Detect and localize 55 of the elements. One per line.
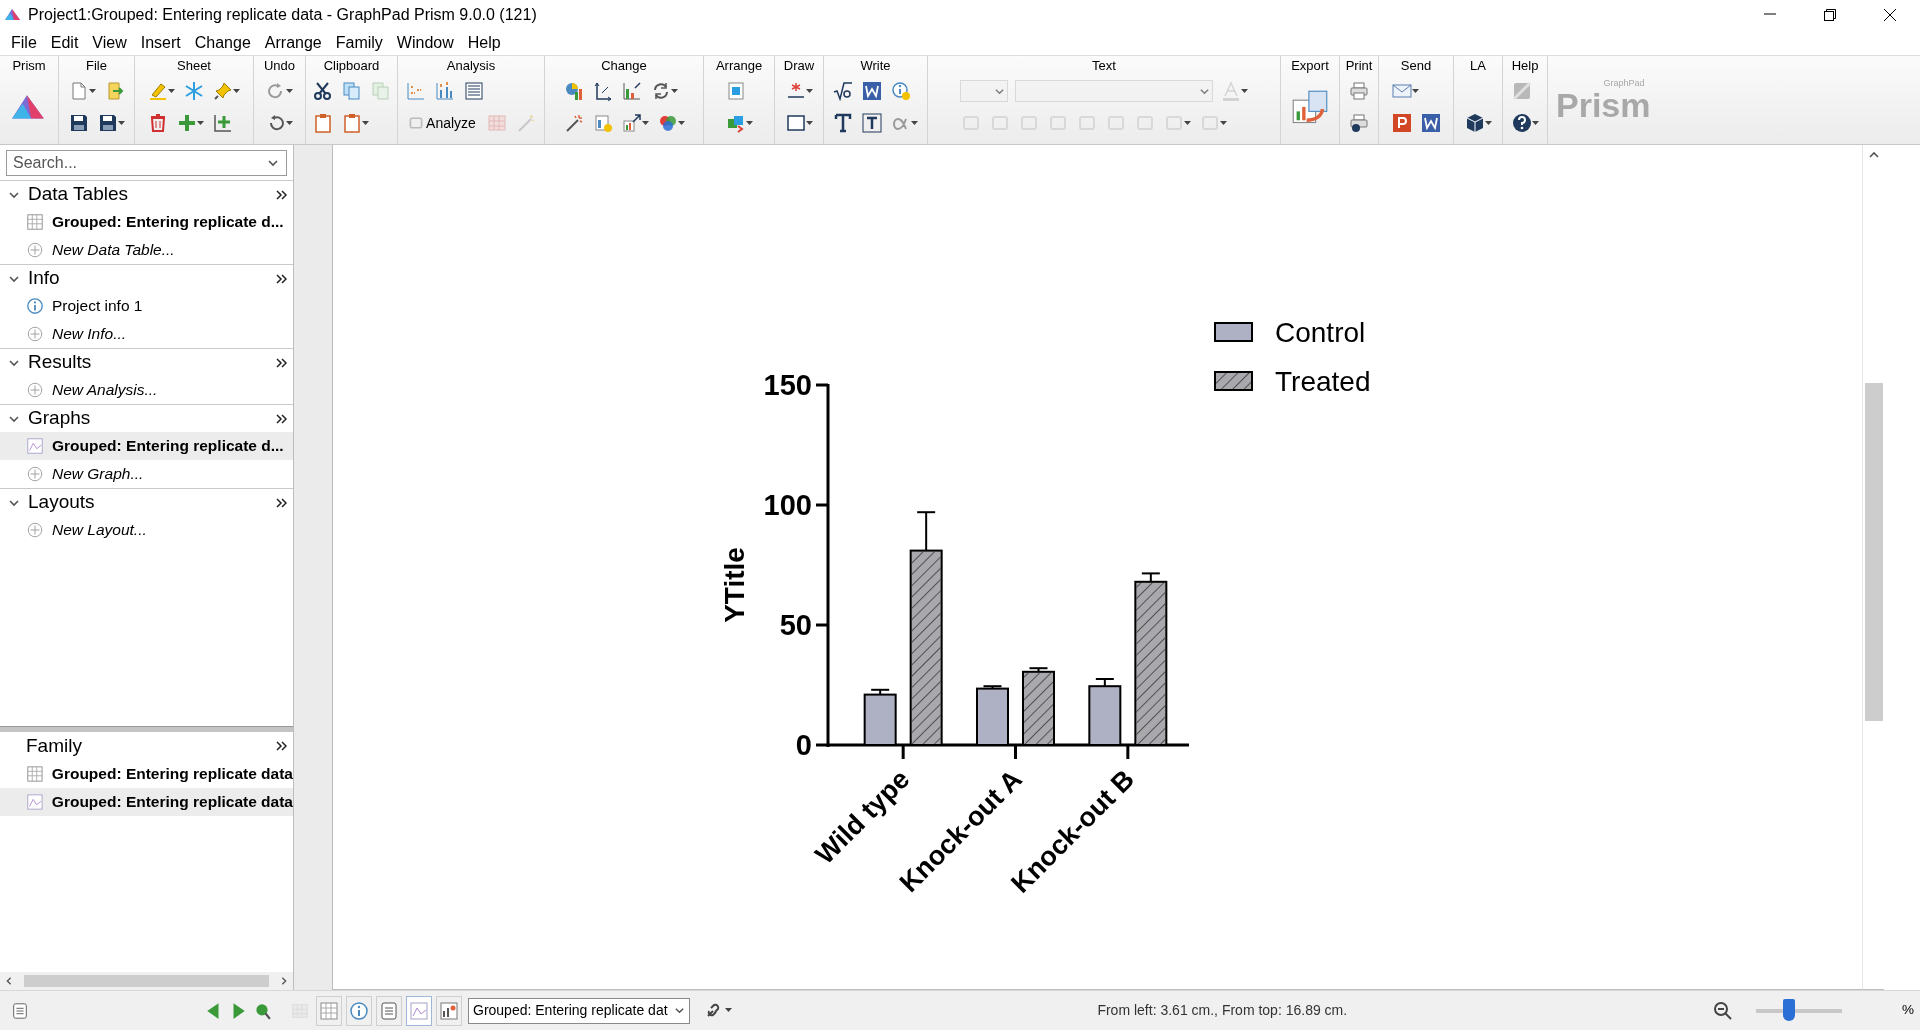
search-field[interactable]: Search... <box>6 150 287 176</box>
ribbon-group-label: Change <box>601 58 647 74</box>
section-header[interactable]: Data Tables <box>0 180 293 208</box>
menu-item[interactable]: Family <box>328 31 390 54</box>
navigator-item[interactable]: Grouped: Entering replicate data <box>0 760 293 788</box>
tick-label: 0 <box>795 729 812 761</box>
navigator-item[interactable]: Grouped: Entering replicate data <box>0 788 293 816</box>
navigator-item[interactable]: New Graph... <box>0 460 293 488</box>
brand-caption: GraphPad <box>1603 78 1645 88</box>
ribbon-group-label: Analysis <box>446 58 496 74</box>
tick-label: 100 <box>763 489 812 521</box>
tick-label: 50 <box>779 609 812 641</box>
sheet-dropdown[interactable]: Grouped: Entering replicate dat <box>468 997 690 1024</box>
analyze-button[interactable]: Analyze <box>405 111 479 135</box>
navigator-item[interactable]: New Data Table... <box>0 236 293 264</box>
ribbon-group-label: Send <box>1400 58 1432 74</box>
ribbon-group-label: Prism <box>12 58 46 74</box>
menu-item[interactable]: Window <box>389 31 461 54</box>
section-header[interactable]: Results <box>0 348 293 376</box>
menu-item[interactable]: File <box>4 31 44 54</box>
ribbon-group-label: Undo <box>263 58 296 74</box>
menu-item[interactable]: View <box>85 31 134 54</box>
navigator-item[interactable]: Grouped: Entering replicate d... <box>0 432 293 460</box>
navigator-item[interactable]: Project info 1 <box>0 292 293 320</box>
navigator-item[interactable]: New Info... <box>0 320 293 348</box>
ribbon-group-label: Export <box>1291 58 1329 74</box>
tick-label: 150 <box>763 369 812 401</box>
legend-label: Treated <box>1275 366 1371 397</box>
menu-item[interactable]: Arrange <box>257 31 329 54</box>
menu-item[interactable]: Help <box>460 31 508 54</box>
navigator-item[interactable]: New Analysis... <box>0 376 293 404</box>
ribbon-group-label: Draw <box>783 58 815 74</box>
ribbon-group-label: Print <box>1345 58 1373 74</box>
window-title: Project1:Grouped: Entering replicate data - GraphPad Prism 9.0.0 (121) <box>28 5 538 25</box>
navigator-item[interactable]: New Layout... <box>0 516 293 544</box>
menu-item[interactable]: Insert <box>133 31 188 54</box>
legend-label: Control <box>1275 317 1366 348</box>
zoom-percent: % <box>1902 1001 1914 1020</box>
ribbon-group-label: File <box>86 58 107 74</box>
brand-logo: Prism <box>1556 87 1651 122</box>
ribbon-group-label: Text <box>1092 58 1116 74</box>
section-header[interactable]: Info <box>0 264 293 292</box>
ribbon-group-label: Clipboard <box>323 58 380 74</box>
ribbon-group-label: Arrange <box>715 58 763 74</box>
menu-item[interactable]: Edit <box>43 31 86 54</box>
ribbon-group-label: Help <box>1511 58 1539 74</box>
axis-title: YTitle <box>719 547 750 623</box>
ribbon-group-label: Sheet <box>177 58 211 74</box>
section-header[interactable]: Layouts <box>0 488 293 516</box>
ribbon-group-label: Write <box>860 58 891 74</box>
navigator-item[interactable]: Grouped: Entering replicate d... <box>0 208 293 236</box>
section-header: Family <box>26 733 83 758</box>
menu-item[interactable]: Change <box>187 31 258 54</box>
cursor-position: From left: 3.61 cm., From top: 16.89 cm. <box>1096 1001 1349 1020</box>
ribbon-group-label: LA <box>1470 58 1486 74</box>
